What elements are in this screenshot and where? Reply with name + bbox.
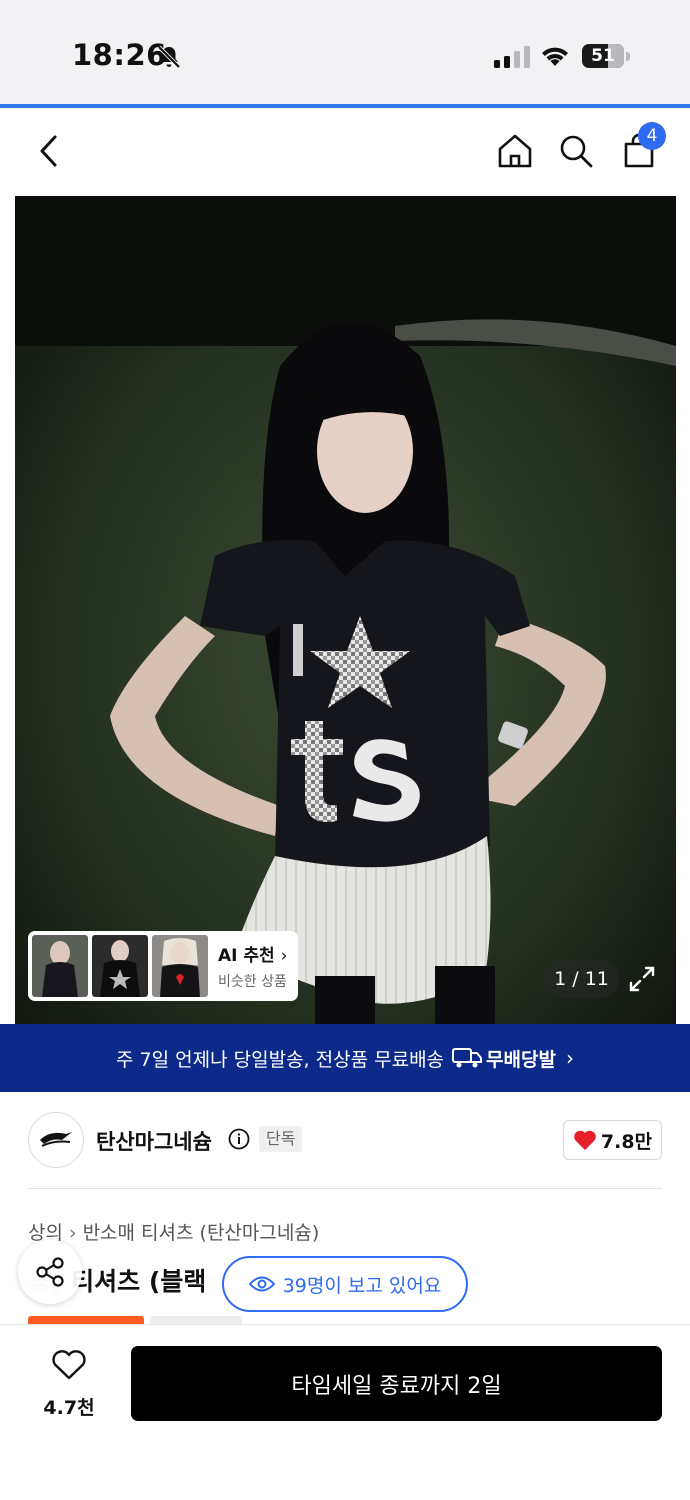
image-counter: 1 / 11 [544, 960, 619, 998]
cart-button[interactable]: 4 [616, 122, 666, 174]
expand-icon[interactable] [627, 964, 657, 994]
ai-thumb-2 [92, 935, 148, 997]
cart-count-badge: 4 [638, 122, 666, 150]
product-photo [15, 196, 676, 1024]
heart-filled-icon [574, 1130, 596, 1150]
eye-icon [248, 1276, 275, 1292]
ai-thumb-1 [32, 935, 88, 997]
truck-icon [452, 1048, 483, 1068]
ai-recommend-subtitle: 비슷한 상품 [218, 974, 287, 990]
top-nav: 4 [0, 108, 690, 196]
purchase-button[interactable]: 타임세일 종료까지 2일 [131, 1346, 662, 1421]
exclusive-badge: 단독 [259, 1126, 303, 1152]
chevron-right-icon: › [565, 1046, 574, 1070]
seller-name[interactable]: 탄산마그네슘 [96, 1126, 212, 1156]
divider [28, 1188, 662, 1189]
wishlist-count: 4.7천 [43, 1397, 95, 1419]
status-bar: 18:26 51 [0, 0, 690, 106]
brand-like-count: 7.8만 [600, 1130, 653, 1153]
breadcrumb-item[interactable]: 반소매 티셔츠 (탄산마그네슘) [83, 1222, 320, 1244]
live-viewers-pill: 39명이 보고 있어요 [222, 1256, 468, 1312]
chevron-right-icon: › [280, 946, 288, 966]
wishlist-button[interactable]: 4.7천 [36, 1349, 102, 1420]
breadcrumb: 상의 › 반소매 티셔츠 (탄산마그네슘) [28, 1218, 319, 1245]
chevron-left-icon [40, 135, 57, 167]
brand-like-button[interactable]: 7.8만 [563, 1120, 662, 1160]
bell-muted-icon [157, 45, 181, 69]
back-button[interactable] [26, 128, 72, 174]
home-button[interactable] [492, 128, 538, 174]
search-icon [560, 135, 593, 168]
bottom-action-bar: 4.7천 타임세일 종료까지 2일 [0, 1324, 690, 1500]
battery-indicator: 51 [582, 44, 630, 68]
product-image-gallery[interactable]: AI 추천 › 비슷한 상품 1 / 11 [15, 196, 676, 1024]
seller-logo[interactable] [28, 1112, 84, 1168]
product-title-text: 티셔츠 (블랙 [71, 1267, 207, 1296]
live-viewers-text: 39명이 보고 있어요 [282, 1274, 442, 1297]
page: 18:26 51 4 AI 추천 › 비슷한 상품 1 / 11 주 7일 언제… [0, 0, 690, 1500]
share-icon [36, 1257, 64, 1287]
cellular-signal-icon [494, 46, 530, 68]
ai-recommend-title: AI 추천 [218, 946, 275, 966]
search-button[interactable] [553, 128, 599, 174]
shipping-banner-text: 주 7일 언제나 당일발송, 전상품 무료배송 [116, 1048, 445, 1071]
status-time: 18:26 [72, 38, 167, 72]
shipping-banner[interactable]: 주 7일 언제나 당일발송, 전상품 무료배송 무배당발 › [0, 1024, 690, 1092]
share-button[interactable] [18, 1240, 82, 1304]
ai-recommendation-card[interactable]: AI 추천 › 비슷한 상품 [28, 931, 298, 1001]
chevron-right-icon: › [68, 1222, 77, 1244]
info-icon[interactable] [228, 1128, 250, 1150]
brand-logo-icon [40, 1132, 72, 1147]
home-icon [498, 134, 532, 168]
seller-row[interactable]: 탄산마그네슘 단독 7.8만 [0, 1092, 690, 1190]
shipping-brand-label: 무배당발 [486, 1048, 556, 1071]
wifi-icon [542, 47, 568, 66]
ai-thumb-3 [152, 935, 208, 997]
heart-outline-icon [52, 1350, 86, 1380]
